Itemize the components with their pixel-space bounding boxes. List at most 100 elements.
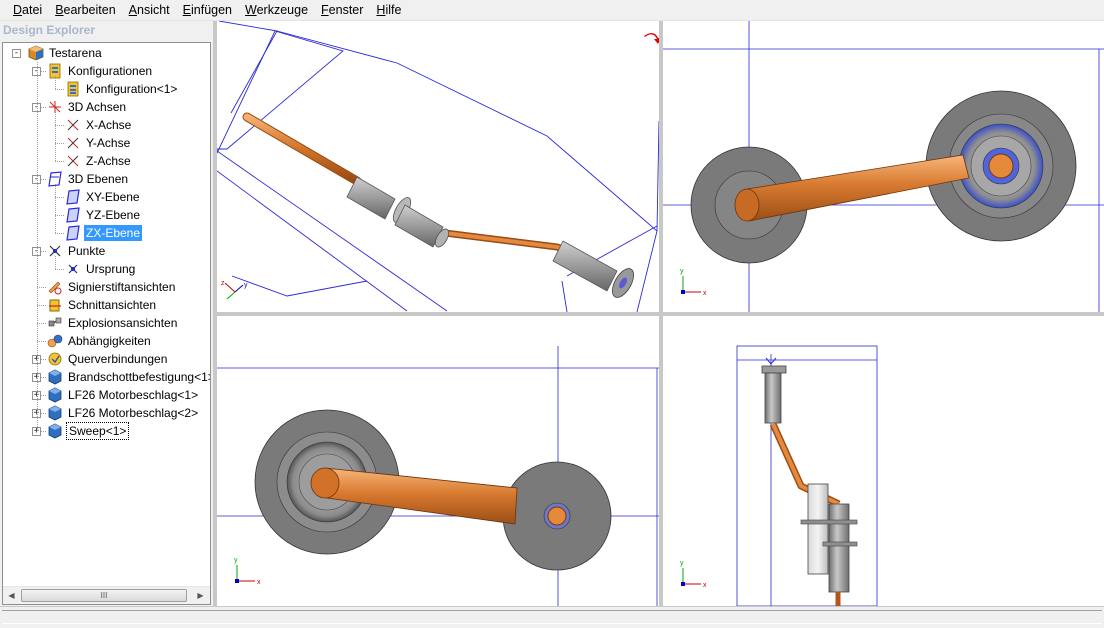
tree-connector bbox=[55, 76, 56, 89]
tree-item-lf26-motorbeschlag-1[interactable]: LF26 Motorbeschlag<1> bbox=[47, 386, 200, 404]
tree-item-x-achse[interactable]: X-Achse bbox=[65, 116, 133, 134]
part-icon bbox=[47, 405, 63, 421]
menu-bearbeiten[interactable]: Bearbeiten bbox=[48, 0, 121, 21]
tree-item-lf26-motorbeschlag-2[interactable]: LF26 Motorbeschlag<2> bbox=[47, 404, 200, 422]
tree-item-xy-ebene[interactable]: XY-Ebene bbox=[65, 188, 142, 206]
markup-view-icon bbox=[47, 279, 63, 295]
axis-triad-top: y x bbox=[680, 268, 707, 297]
collapse-icon[interactable]: - bbox=[12, 49, 21, 58]
tree-item-brandschottbefestigung-1[interactable]: Brandschottbefestigung<1> bbox=[47, 368, 210, 386]
tree-connector bbox=[55, 143, 64, 144]
tree-item-label: Konfigurationen bbox=[68, 64, 153, 78]
tree-item-label: Explosionsansichten bbox=[68, 316, 178, 330]
viewport-isometric[interactable]: z y bbox=[217, 21, 659, 312]
tree-connector bbox=[55, 184, 56, 233]
menu-datei[interactable]: Datei bbox=[6, 0, 48, 21]
axis-icon bbox=[65, 117, 81, 133]
tree-item-label: Testarena bbox=[49, 46, 102, 60]
tree-item-z-achse[interactable]: Z-Achse bbox=[65, 152, 133, 170]
menu-label: erkzeuge bbox=[256, 2, 309, 17]
menu-bar: Datei Bearbeiten Ansicht Einfügen Werkzeuge F… bbox=[0, 0, 1104, 21]
design-explorer-panel: Design Explorer - Testarena - Konfiguration… bbox=[0, 21, 213, 606]
menu-hilfe[interactable]: Hilfe bbox=[369, 0, 407, 21]
tree-item-punkte[interactable]: Punkte bbox=[47, 242, 107, 260]
menu-label: enster bbox=[328, 2, 364, 17]
assembly-icon bbox=[28, 45, 44, 61]
axis-triad-isometric: z y bbox=[221, 280, 248, 300]
tree-item-signierstiftansichten[interactable]: Signierstiftansichten bbox=[47, 278, 177, 296]
tree-item-zx-ebene[interactable]: ZX-Ebene bbox=[65, 224, 143, 242]
menu-ansicht[interactable]: Ansicht bbox=[122, 0, 176, 21]
plane-icon bbox=[65, 207, 81, 223]
tree-item-sweep-1[interactable]: Sweep<1> bbox=[47, 422, 130, 440]
viewport-side[interactable]: y x bbox=[663, 316, 1104, 606]
tree-item-3d-ebenen[interactable]: 3D Ebenen bbox=[47, 170, 130, 188]
plane-outline bbox=[736, 345, 878, 606]
part-icon bbox=[47, 387, 63, 403]
tree-connector bbox=[37, 62, 38, 431]
point-icon bbox=[65, 261, 81, 277]
motor-mount bbox=[552, 240, 634, 298]
tree-item-label: Ursprung bbox=[86, 262, 136, 276]
tree-item-label: Punkte bbox=[68, 244, 106, 258]
axis-icon bbox=[65, 153, 81, 169]
menu-label: infügen bbox=[191, 2, 233, 17]
tree-item-label: Konfiguration<1> bbox=[86, 82, 178, 96]
scroll-right-icon[interactable]: ▶ bbox=[192, 587, 209, 604]
plane-icon bbox=[65, 189, 81, 205]
tree-item-yz-ebene[interactable]: YZ-Ebene bbox=[65, 206, 142, 224]
tree-connector bbox=[55, 215, 64, 216]
tree-content: - Testarena - Konfigurationen Konfiguration<… bbox=[3, 43, 210, 586]
tree-view[interactable]: - Testarena - Konfigurationen Konfiguration<… bbox=[2, 42, 211, 605]
scroll-left-icon[interactable]: ◀ bbox=[3, 587, 20, 604]
side-scene: y x bbox=[680, 345, 878, 606]
tree-connector bbox=[55, 197, 64, 198]
tree-item-ursprung[interactable]: Ursprung bbox=[65, 260, 137, 278]
tree-item-label: 3D Achsen bbox=[68, 100, 127, 114]
tree-connector bbox=[55, 125, 64, 126]
tree-item-schnittansichten[interactable]: Schnittansichten bbox=[47, 296, 158, 314]
menu-label: ilfe bbox=[385, 2, 402, 17]
menu-fenster[interactable]: Fenster bbox=[314, 0, 369, 21]
front-scene: y x bbox=[217, 346, 659, 606]
menu-einf-gen[interactable]: Einfügen bbox=[176, 0, 238, 21]
menu-werkzeuge[interactable]: Werkzeuge bbox=[238, 0, 314, 21]
triad-label-y: y bbox=[244, 282, 248, 289]
tree-item-label: LF26 Motorbeschlag<2> bbox=[68, 406, 199, 420]
tree-item-testarena[interactable]: Testarena bbox=[28, 44, 104, 62]
tree-item-y-achse[interactable]: Y-Achse bbox=[65, 134, 132, 152]
constraints-icon bbox=[47, 333, 63, 349]
tree-item-label: Y-Achse bbox=[86, 136, 131, 150]
viewport-front[interactable]: y x bbox=[217, 316, 659, 606]
tree-item-konfigurationen[interactable]: Konfigurationen bbox=[47, 62, 154, 80]
isometric-scene: z y bbox=[217, 21, 659, 312]
status-bar-panel bbox=[2, 610, 1102, 624]
menu-accelerator: B bbox=[55, 2, 64, 17]
axis-triad-side: y x bbox=[680, 560, 707, 589]
viewport-top[interactable]: y x bbox=[663, 21, 1104, 312]
section-view-icon bbox=[47, 297, 63, 313]
tree-item-konfiguration-1[interactable]: Konfiguration<1> bbox=[65, 80, 179, 98]
tree-item-label: LF26 Motorbeschlag<1> bbox=[68, 388, 199, 402]
tree-item-explosionsansichten[interactable]: Explosionsansichten bbox=[47, 314, 179, 332]
triad-label-x: x bbox=[703, 290, 707, 297]
tree-connector bbox=[37, 305, 46, 306]
tree-item-abh-ngigkeiten[interactable]: Abhängigkeiten bbox=[47, 332, 153, 350]
part-icon bbox=[47, 423, 63, 439]
menu-label: earbeiten bbox=[63, 2, 116, 17]
menu-accelerator: E bbox=[182, 2, 191, 17]
tree-item-label: Schnittansichten bbox=[68, 298, 157, 312]
right-disc-front bbox=[502, 461, 612, 571]
triad-label-z: z bbox=[221, 280, 225, 287]
axis-icon bbox=[65, 135, 81, 151]
triad-label-x: x bbox=[257, 579, 261, 586]
tree-item-querverbindungen[interactable]: Querverbindungen bbox=[47, 350, 169, 368]
exploded-view-icon bbox=[47, 315, 63, 331]
tree-item-label: X-Achse bbox=[86, 118, 132, 132]
scrollbar-thumb[interactable]: III bbox=[21, 589, 187, 602]
tree-connector bbox=[55, 269, 64, 270]
menu-accelerator: A bbox=[128, 2, 137, 17]
horizontal-scrollbar[interactable]: ◀ III ▶ bbox=[3, 586, 210, 604]
tree-item-label: XY-Ebene bbox=[86, 190, 140, 204]
tree-item-3d-achsen[interactable]: 3D Achsen bbox=[47, 98, 128, 116]
